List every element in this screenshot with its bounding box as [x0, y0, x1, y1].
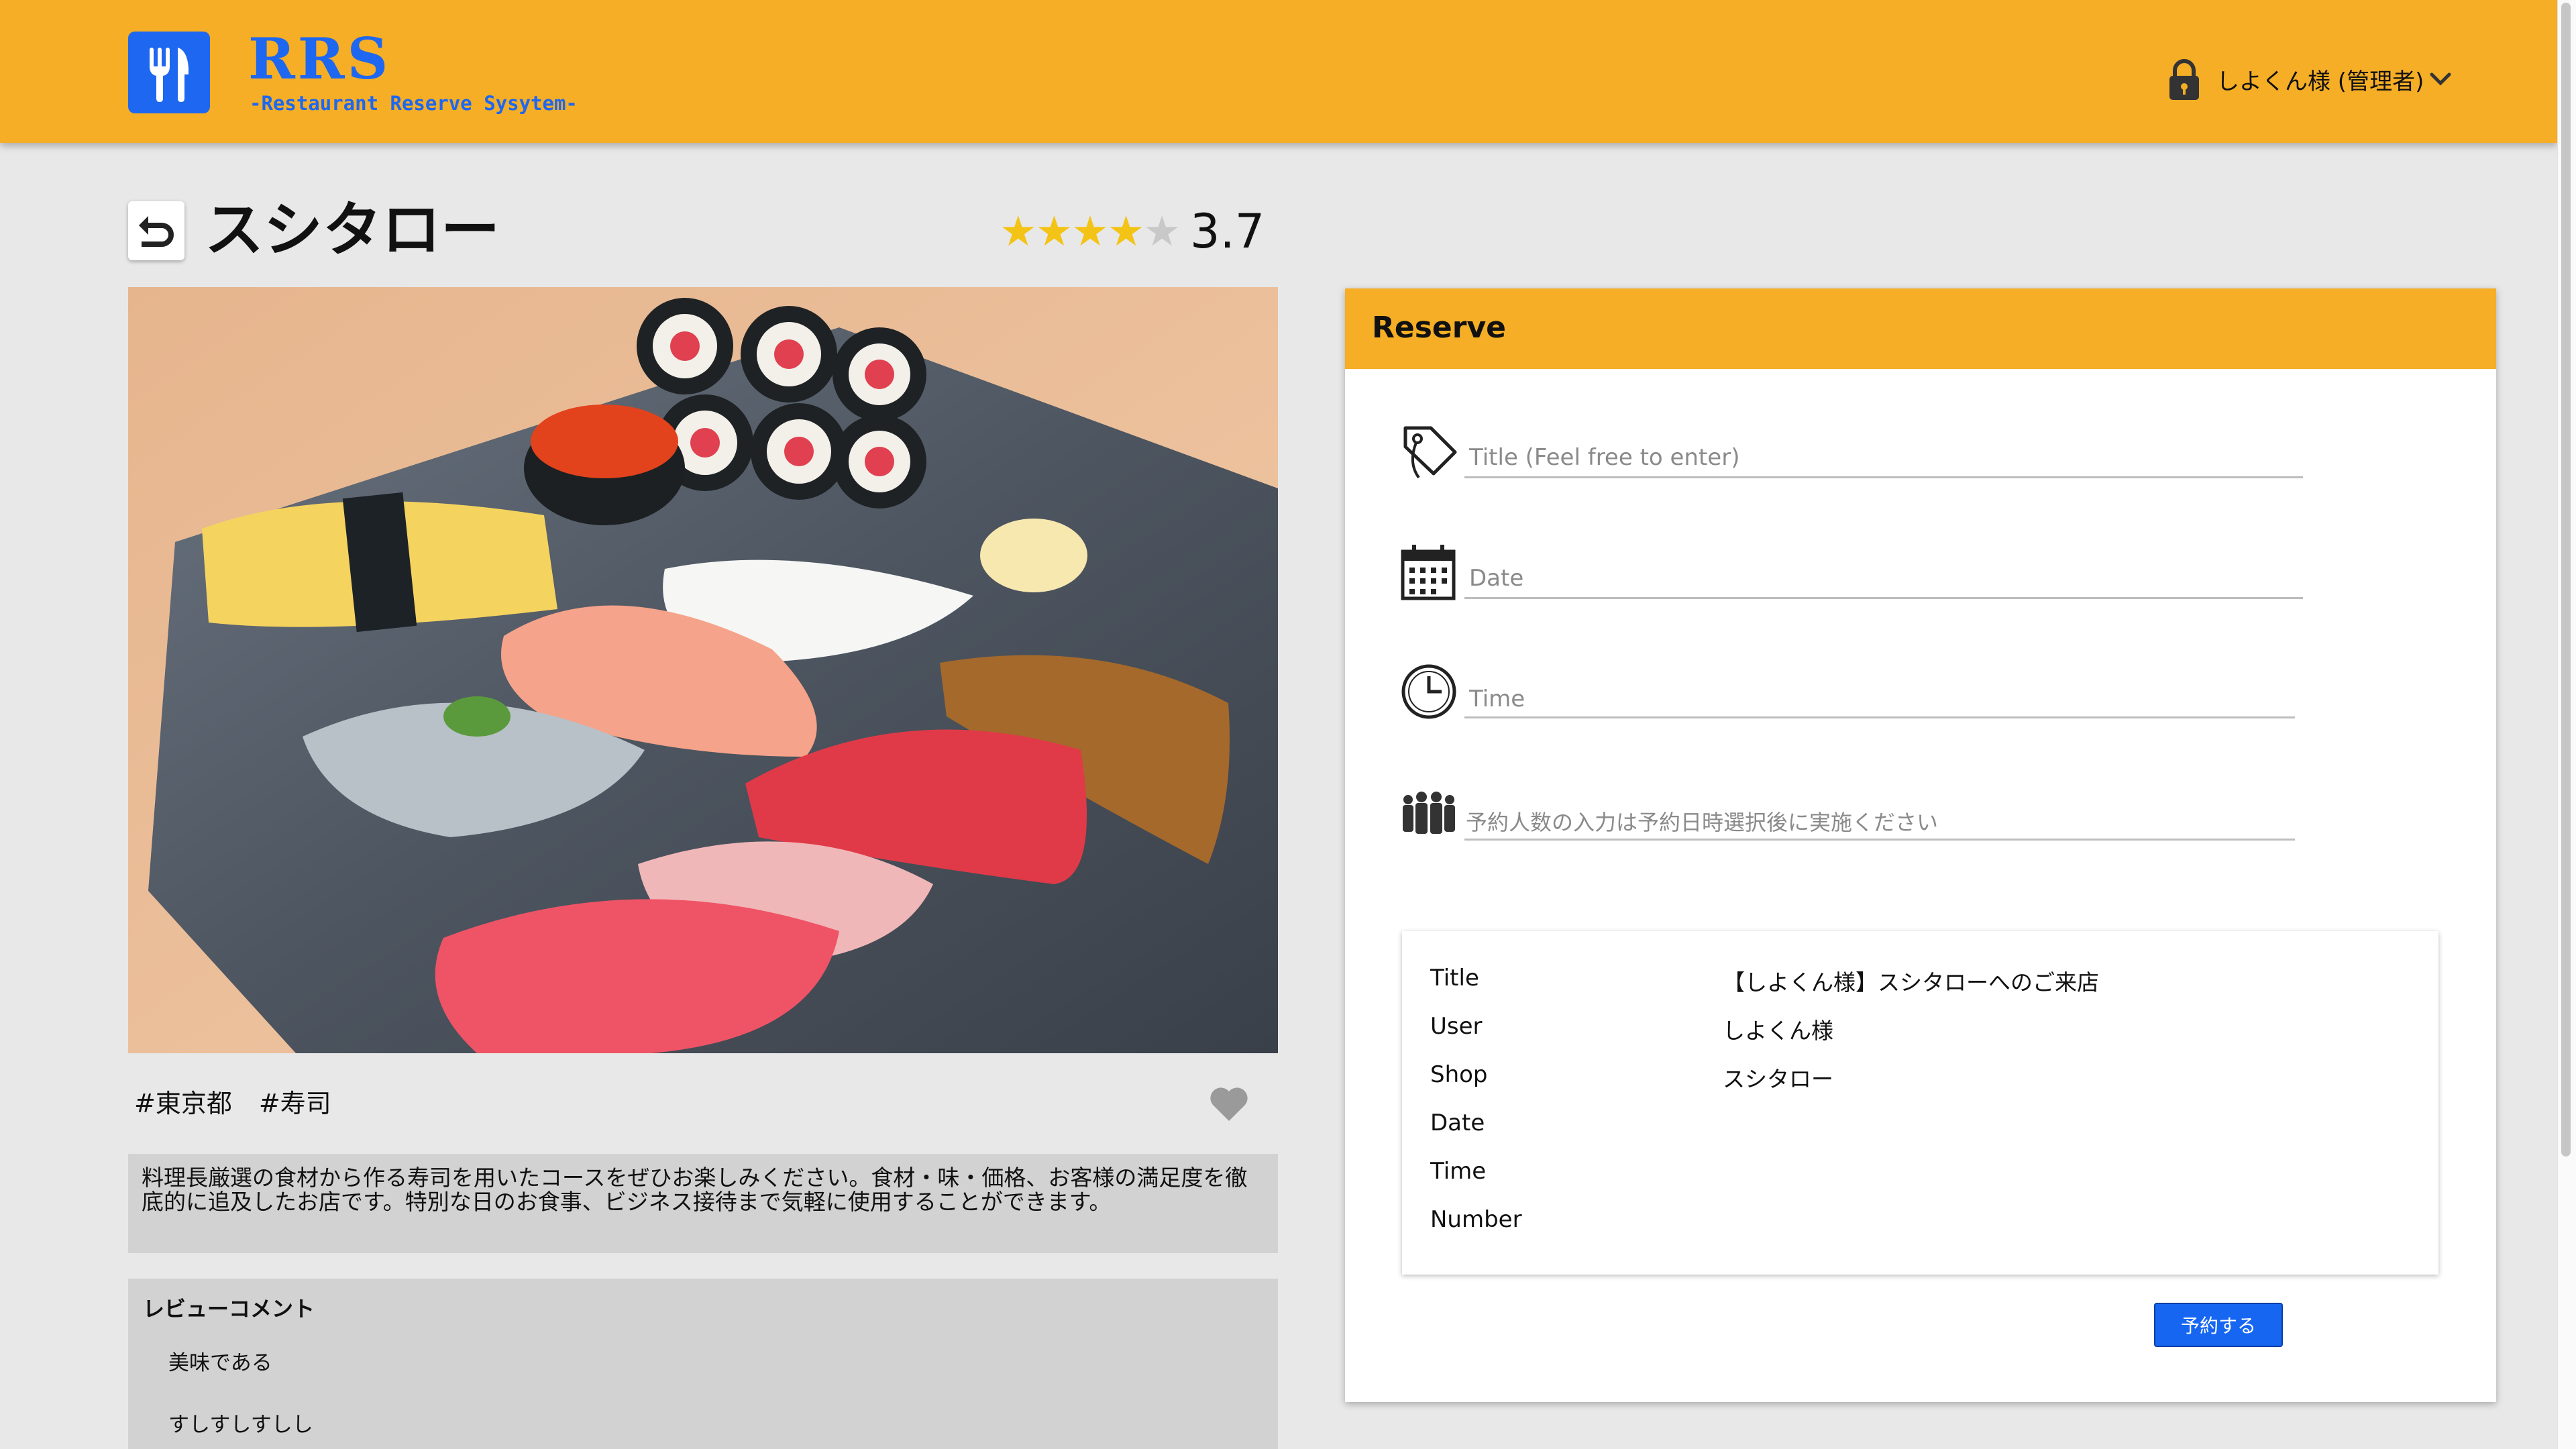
reserve-panel: Reserve Title (Feel free to enter) Date …	[1345, 288, 2496, 1402]
brand-name[interactable]: RRS	[248, 31, 390, 87]
reservation-summary: Title 【しよくん様】スシタローへのご来店 User しよくん様 Shop …	[1402, 931, 2438, 1275]
summary-label-user: User	[1430, 1013, 1483, 1040]
people-icon	[1403, 792, 1455, 834]
time-input[interactable]	[1469, 679, 2294, 719]
people-count-input[interactable]	[1466, 802, 2298, 843]
summary-label-time: Time	[1430, 1158, 1487, 1185]
shop-name: スシタロー	[205, 195, 500, 264]
time-input-underline	[1464, 716, 2295, 718]
summary-value-title: 【しよくん様】スシタローへのご来店	[1723, 969, 2099, 996]
title-input-underline	[1464, 476, 2303, 478]
date-input[interactable]	[1469, 558, 2301, 598]
rating-stars: ★★★★★	[1000, 211, 1181, 252]
tag-item[interactable]: #寿司	[259, 1083, 331, 1124]
review-item: 美味である	[168, 1351, 272, 1375]
tag-item[interactable]: #東京都	[134, 1083, 232, 1124]
fork-knife-icon[interactable]	[128, 32, 210, 113]
scrollbar-thumb[interactable]	[2561, 3, 2571, 1157]
star-icon: ★	[1143, 207, 1181, 256]
shop-photo	[128, 287, 1278, 1053]
shop-description: 料理長厳選の食材から作る寿司を用いたコースをぜひお楽しみください。食材・味・価格…	[142, 1165, 1248, 1215]
review-item: すしすしすしし	[168, 1413, 313, 1437]
summary-label-shop: Shop	[1430, 1061, 1488, 1088]
tag-icon	[1403, 426, 1457, 479]
summary-label-number: Number	[1430, 1206, 1522, 1233]
summary-value-user: しよくん様	[1723, 1018, 1833, 1044]
people-count-underline	[1464, 839, 2295, 841]
summary-label-title: Title	[1430, 965, 1479, 991]
date-input-underline	[1464, 597, 2303, 599]
reserve-submit-button[interactable]: 予約する	[2154, 1303, 2283, 1347]
tag-list: #東京都 #寿司	[134, 1083, 331, 1124]
calendar-icon	[1401, 545, 1456, 600]
title-input[interactable]	[1469, 437, 2301, 478]
star-icon: ★	[1107, 207, 1145, 256]
back-button[interactable]	[128, 201, 184, 260]
summary-label-date: Date	[1430, 1110, 1485, 1136]
top-header: RRS -Restaurant Reserve Sysytem- しよくん様 (…	[0, 0, 2557, 143]
star-icon: ★	[1000, 207, 1037, 256]
star-icon: ★	[1071, 207, 1109, 256]
back-arrow-icon	[139, 216, 174, 247]
summary-value-shop: スシタロー	[1723, 1066, 1833, 1092]
reviews-section: レビューコメント 美味である すしすしすしし	[128, 1279, 1278, 1449]
reserve-header: Reserve	[1345, 288, 2496, 369]
user-menu[interactable]: しよくん様 (管理者)	[2167, 52, 2452, 106]
lock-icon	[2169, 59, 2199, 100]
chevron-down-icon[interactable]	[2429, 71, 2452, 87]
clock-icon	[1401, 664, 1456, 719]
star-icon: ★	[1035, 207, 1073, 256]
rating-value: 3.7	[1189, 204, 1265, 259]
heart-icon[interactable]	[1208, 1083, 1250, 1124]
user-name: しよくん様 (管理者)	[2216, 68, 2424, 95]
reviews-heading: レビューコメント	[143, 1296, 315, 1322]
brand-tagline: -Restaurant Reserve Sysytem-	[250, 92, 578, 115]
rating: ★★★★★ 3.7	[1000, 201, 1265, 262]
reserve-title: Reserve	[1372, 311, 1506, 345]
description-box: 料理長厳選の食材から作る寿司を用いたコースをぜひお楽しみください。食材・味・価格…	[128, 1154, 1278, 1253]
